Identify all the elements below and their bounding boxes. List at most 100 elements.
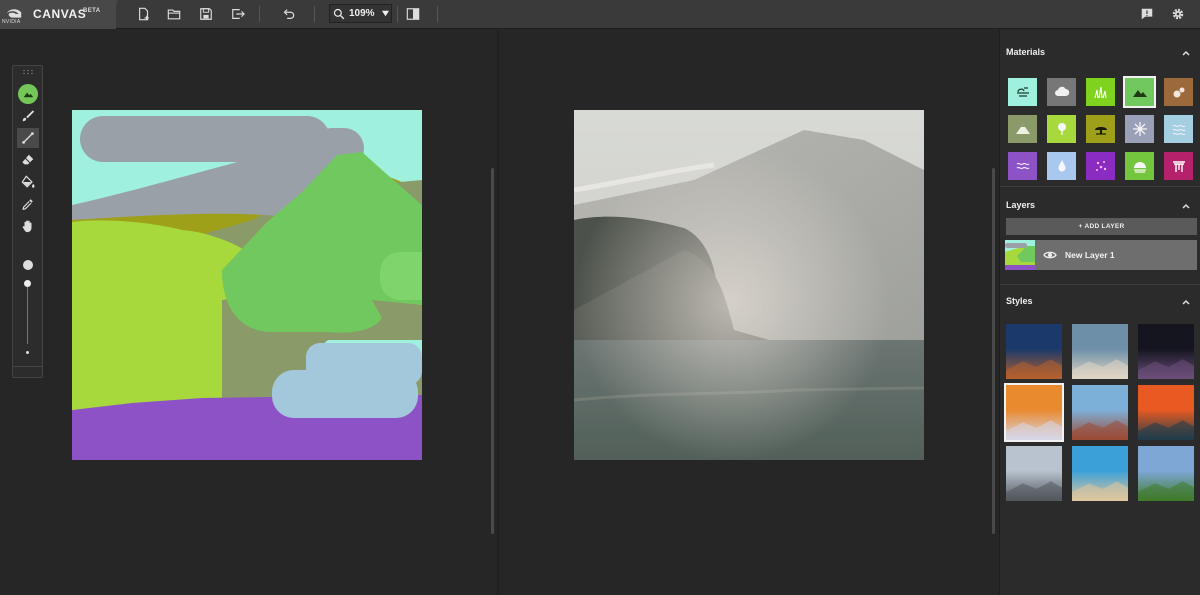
left-scrollbar[interactable]: [491, 168, 494, 534]
rock-icon: [1173, 87, 1184, 98]
feedback-button[interactable]: [1139, 6, 1155, 22]
landscape-brush-tool[interactable]: [18, 84, 38, 104]
styles-heading: Styles: [1006, 296, 1033, 306]
material-rock[interactable]: [1164, 78, 1193, 106]
paint-bucket-icon: [21, 175, 35, 188]
style-thumbnail-4[interactable]: [1004, 383, 1064, 442]
layers-heading: Layers: [1006, 200, 1036, 210]
material-bush[interactable]: [1086, 115, 1115, 143]
material-sky[interactable]: [1008, 78, 1037, 106]
tool-palette: [12, 65, 43, 378]
materials-heading: Materials: [1006, 47, 1046, 57]
right-panel: Materials Layers + ADD LAYER New Layer 1…: [999, 30, 1200, 595]
gear-icon: [1172, 8, 1184, 20]
export-button[interactable]: [230, 6, 246, 22]
hand-icon: [22, 220, 32, 233]
new-file-icon: [139, 7, 149, 21]
tree-icon: [1057, 123, 1066, 135]
eye-icon[interactable]: [1043, 249, 1057, 261]
material-water[interactable]: [1047, 152, 1076, 180]
feedback-icon: [1141, 8, 1153, 20]
style-thumbnail-7[interactable]: [1006, 446, 1062, 501]
eraser-icon: [22, 154, 34, 165]
material-river[interactable]: [1008, 152, 1037, 180]
material-sea[interactable]: [1164, 115, 1193, 143]
add-layer-button[interactable]: + ADD LAYER: [1006, 218, 1197, 235]
material-mountain[interactable]: [1008, 115, 1037, 143]
brush-size-slider-knob[interactable]: [24, 280, 31, 287]
beta-badge: BETA: [83, 8, 101, 14]
fill-tool[interactable]: [17, 172, 39, 192]
building-icon: [1172, 161, 1185, 172]
collapse-styles-icon[interactable]: [1181, 297, 1191, 307]
zoom-value: 109%: [349, 8, 375, 19]
collapse-materials-icon[interactable]: [1181, 48, 1191, 58]
mountain-icon: [1015, 124, 1030, 134]
landscape-render: [574, 110, 924, 460]
mountain-icon: [23, 91, 33, 97]
hill-icon: [1132, 90, 1147, 97]
material-snow[interactable]: [1125, 115, 1154, 143]
settings-button[interactable]: [1170, 6, 1186, 22]
eyedropper-tool[interactable]: [17, 194, 39, 214]
material-cloud[interactable]: [1047, 78, 1076, 106]
undo-icon: [283, 9, 295, 19]
sea-icon: [1172, 124, 1185, 136]
cloud-icon: [1054, 86, 1069, 96]
grass-icon: [1093, 86, 1107, 99]
bush-icon: [1094, 127, 1107, 135]
material-fog[interactable]: [1125, 152, 1154, 180]
pan-tool[interactable]: [17, 216, 39, 236]
eyedropper-icon: [22, 199, 33, 210]
style-thumbnail-6[interactable]: [1138, 385, 1194, 440]
sky-icon: [1016, 87, 1029, 97]
material-flower[interactable]: [1086, 152, 1115, 180]
segmentation-canvas[interactable]: [72, 110, 422, 460]
line-tool[interactable]: [17, 128, 39, 148]
caret-down-icon: [381, 10, 389, 17]
brush-size-slider[interactable]: [27, 284, 28, 344]
undo-button[interactable]: [280, 6, 296, 22]
eraser-tool[interactable]: [17, 150, 39, 170]
nvidia-logo-text: NVIDIA: [2, 19, 21, 25]
flower-icon: [1095, 161, 1106, 171]
fog-icon: [1133, 162, 1146, 173]
brush-icon: [22, 110, 35, 122]
segmentation-drawing: [72, 110, 422, 460]
style-thumbnail-3[interactable]: [1138, 324, 1194, 379]
snow-icon: [1132, 122, 1147, 136]
split-view-button[interactable]: [405, 6, 421, 22]
layer-thumbnail: [1005, 240, 1035, 270]
style-thumbnail-5[interactable]: [1072, 385, 1128, 440]
right-scrollbar[interactable]: [992, 168, 995, 534]
split-view-icon: [406, 8, 420, 20]
save-button[interactable]: [198, 6, 214, 22]
collapse-layers-icon[interactable]: [1181, 201, 1191, 211]
zoom-dropdown[interactable]: 109%: [329, 4, 392, 23]
open-file-button[interactable]: [166, 6, 182, 22]
brush-size-min-indicator: [26, 351, 29, 354]
app-title: CANVAS: [33, 7, 87, 21]
export-icon: [232, 9, 245, 19]
style-thumbnail-1[interactable]: [1006, 324, 1062, 379]
magnifier-icon: [333, 8, 345, 19]
material-tree[interactable]: [1047, 115, 1076, 143]
generated-output-image: [574, 110, 924, 460]
line-icon: [22, 132, 34, 144]
brush-tool[interactable]: [17, 106, 39, 126]
top-toolbar: NVIDIA CANVAS BETA 109%: [0, 0, 1200, 29]
material-building[interactable]: [1164, 152, 1193, 180]
new-file-button[interactable]: [136, 6, 152, 22]
water-icon: [1058, 160, 1065, 172]
material-grass[interactable]: [1086, 78, 1115, 106]
river-icon: [1016, 162, 1029, 170]
layer-item[interactable]: New Layer 1: [1005, 240, 1197, 270]
drag-handle-icon[interactable]: [22, 69, 34, 75]
style-thumbnail-9[interactable]: [1138, 446, 1194, 501]
material-hill[interactable]: [1123, 76, 1156, 108]
style-thumbnail-2[interactable]: [1072, 324, 1128, 379]
style-thumbnail-8[interactable]: [1072, 446, 1128, 501]
save-icon: [200, 8, 212, 20]
layer-name: New Layer 1: [1065, 250, 1115, 260]
split-divider[interactable]: [497, 30, 499, 595]
